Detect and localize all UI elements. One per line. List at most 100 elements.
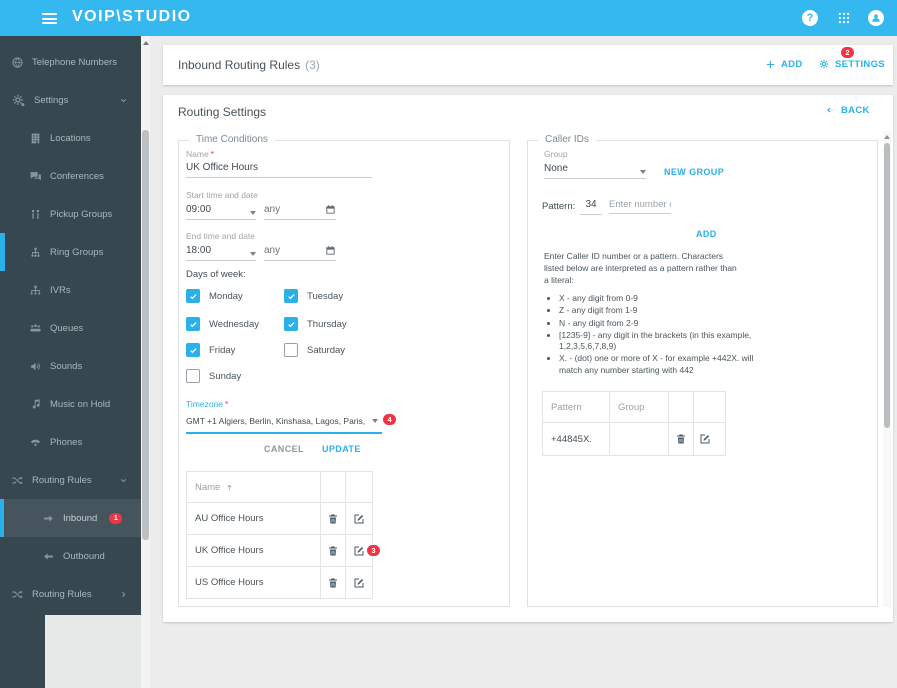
page-header-card: Inbound Routing Rules (3) ADD SETTINGS 2 — [163, 45, 893, 85]
back-arrow-icon — [825, 105, 836, 116]
sidebar-item-routing-rules[interactable]: Routing Rules — [0, 461, 141, 499]
sidebar-item-pickup-groups[interactable]: Pickup Groups — [0, 195, 141, 233]
checkbox-tuesday[interactable]: Tuesday — [284, 289, 343, 303]
sidebar-item-music-on-hold[interactable]: Music on Hold — [0, 385, 141, 423]
sidebar-item-queues[interactable]: Queues — [0, 309, 141, 347]
name-label: Name * — [186, 149, 214, 159]
end-time-select[interactable]: 18:00 — [186, 245, 256, 261]
apps-grid-icon[interactable] — [836, 10, 852, 26]
page-title-count: (3) — [305, 58, 320, 72]
edit-icon[interactable] — [353, 545, 365, 557]
help-icon[interactable]: ? — [802, 10, 818, 26]
sidebar-item-locations[interactable]: Locations — [0, 119, 141, 157]
sidebar-item-settings[interactable]: Settings — [0, 81, 141, 119]
gear-icon — [818, 58, 830, 70]
shuffle-icon — [11, 588, 24, 601]
checkbox[interactable] — [284, 343, 298, 357]
start-time-select[interactable]: 09:00 — [186, 204, 256, 220]
sidebar-item-telephone-numbers[interactable]: Telephone Numbers — [0, 43, 141, 81]
pattern-rules-list: X - any digit from 0-9 Z - any digit fro… — [544, 293, 759, 377]
checkbox-monday[interactable]: Monday — [186, 289, 243, 303]
end-date-field[interactable]: any — [264, 245, 336, 261]
name-field[interactable]: UK Office Hours — [186, 162, 372, 178]
pickup-groups-icon — [29, 208, 42, 221]
calendar-icon[interactable] — [325, 204, 336, 215]
sidebar-item-inbound[interactable]: Inbound 1 — [0, 499, 141, 537]
table-row[interactable]: +44845X. — [543, 422, 725, 455]
update-button[interactable]: UPDATE — [322, 444, 361, 454]
name-column-header[interactable]: Name — [195, 482, 220, 493]
caller-ids-legend: Caller IDs — [538, 134, 596, 145]
cancel-button[interactable]: CANCEL — [264, 444, 304, 454]
pattern-rule: X - any digit from 0-9 — [559, 293, 759, 304]
sidebar: Telephone Numbers Settings Locations Con… — [0, 36, 141, 620]
checkbox-sunday[interactable]: Sunday — [186, 369, 241, 383]
edit-icon[interactable] — [353, 577, 365, 589]
checkbox[interactable] — [284, 289, 298, 303]
settings-badge: 2 — [841, 47, 854, 58]
calendar-icon[interactable] — [325, 245, 336, 256]
checkbox[interactable] — [186, 369, 200, 383]
dropdown-caret-icon — [250, 252, 256, 256]
scrollbar-up-arrow-icon[interactable] — [884, 135, 890, 139]
new-group-button[interactable]: NEW GROUP — [664, 167, 724, 177]
sidebar-item-routing-rules-2[interactable]: Routing Rules — [0, 575, 141, 613]
checkbox-thursday[interactable]: Thursday — [284, 317, 347, 331]
sort-up-icon[interactable] — [225, 483, 234, 492]
pattern-prefix-field[interactable]: 34 — [580, 199, 602, 215]
account-icon[interactable] — [868, 10, 884, 26]
routing-settings-card: Routing Settings BACK Time Conditions Na… — [163, 95, 893, 622]
sidebar-scrollbar-thumb[interactable] — [142, 130, 149, 540]
add-pattern-button[interactable]: ADD — [696, 229, 717, 239]
trash-icon[interactable] — [327, 513, 339, 525]
checkbox[interactable] — [186, 317, 200, 331]
content-scrollbar-thumb[interactable] — [884, 143, 890, 428]
trash-icon[interactable] — [675, 433, 687, 445]
table-row[interactable]: US Office Hours — [187, 566, 372, 598]
checkbox[interactable] — [186, 289, 200, 303]
check-icon — [189, 346, 198, 355]
dropdown-caret-icon — [372, 418, 379, 423]
edit-icon[interactable] — [353, 513, 365, 525]
music-note-icon — [29, 398, 42, 411]
sidebar-item-ring-groups[interactable]: Ring Groups — [0, 233, 141, 271]
content-scrollbar[interactable] — [883, 131, 891, 607]
back-button[interactable]: BACK — [825, 105, 870, 116]
days-of-week-label: Days of week: — [186, 269, 246, 280]
pattern-input[interactable] — [609, 199, 671, 214]
checkbox-wednesday[interactable]: Wednesday — [186, 317, 259, 331]
pattern-rule: X. - (dot) one or more of X - for exampl… — [559, 353, 759, 376]
timezone-badge: 4 — [383, 414, 397, 425]
sidebar-scrollbar[interactable] — [141, 36, 150, 688]
building-icon — [29, 132, 42, 145]
topbar: VOIP\STUDIO ? — [0, 0, 897, 36]
sidebar-item-outbound[interactable]: Outbound — [0, 537, 141, 575]
timezone-select[interactable]: GMT +1 Algiers, Berlin, Kinshasa, Lagos,… — [186, 414, 397, 426]
pattern-rule: N - any digit from 2-9 — [559, 318, 759, 329]
add-button[interactable]: ADD — [765, 59, 802, 70]
scrollbar-up-arrow-icon[interactable] — [143, 41, 149, 45]
settings-button[interactable]: SETTINGS — [818, 58, 885, 70]
group-select[interactable]: None — [544, 163, 646, 179]
edit-icon[interactable] — [699, 433, 711, 445]
time-conditions-table: Name AU Office Hours UK Office Hours 3 U… — [186, 471, 380, 599]
trash-icon[interactable] — [327, 577, 339, 589]
hamburger-menu-icon[interactable] — [42, 13, 57, 24]
group-column-header[interactable]: Group — [609, 392, 668, 422]
sidebar-item-conferences[interactable]: Conferences — [0, 157, 141, 195]
start-date-field[interactable]: any — [264, 204, 336, 220]
check-icon — [189, 320, 198, 329]
checkbox[interactable] — [284, 317, 298, 331]
table-row[interactable]: AU Office Hours — [187, 502, 372, 534]
pattern-label: Pattern: — [542, 201, 576, 212]
checkbox-saturday[interactable]: Saturday — [284, 343, 345, 357]
checkbox-friday[interactable]: Friday — [186, 343, 235, 357]
sidebar-item-ivrs[interactable]: IVRs — [0, 271, 141, 309]
sidebar-item-sounds[interactable]: Sounds — [0, 347, 141, 385]
table-row[interactable]: UK Office Hours 3 — [187, 534, 380, 566]
ivr-tree-icon — [29, 284, 42, 297]
checkbox[interactable] — [186, 343, 200, 357]
trash-icon[interactable] — [327, 545, 339, 557]
sidebar-item-phones[interactable]: Phones — [0, 423, 141, 461]
pattern-column-header[interactable]: Pattern — [543, 392, 609, 422]
